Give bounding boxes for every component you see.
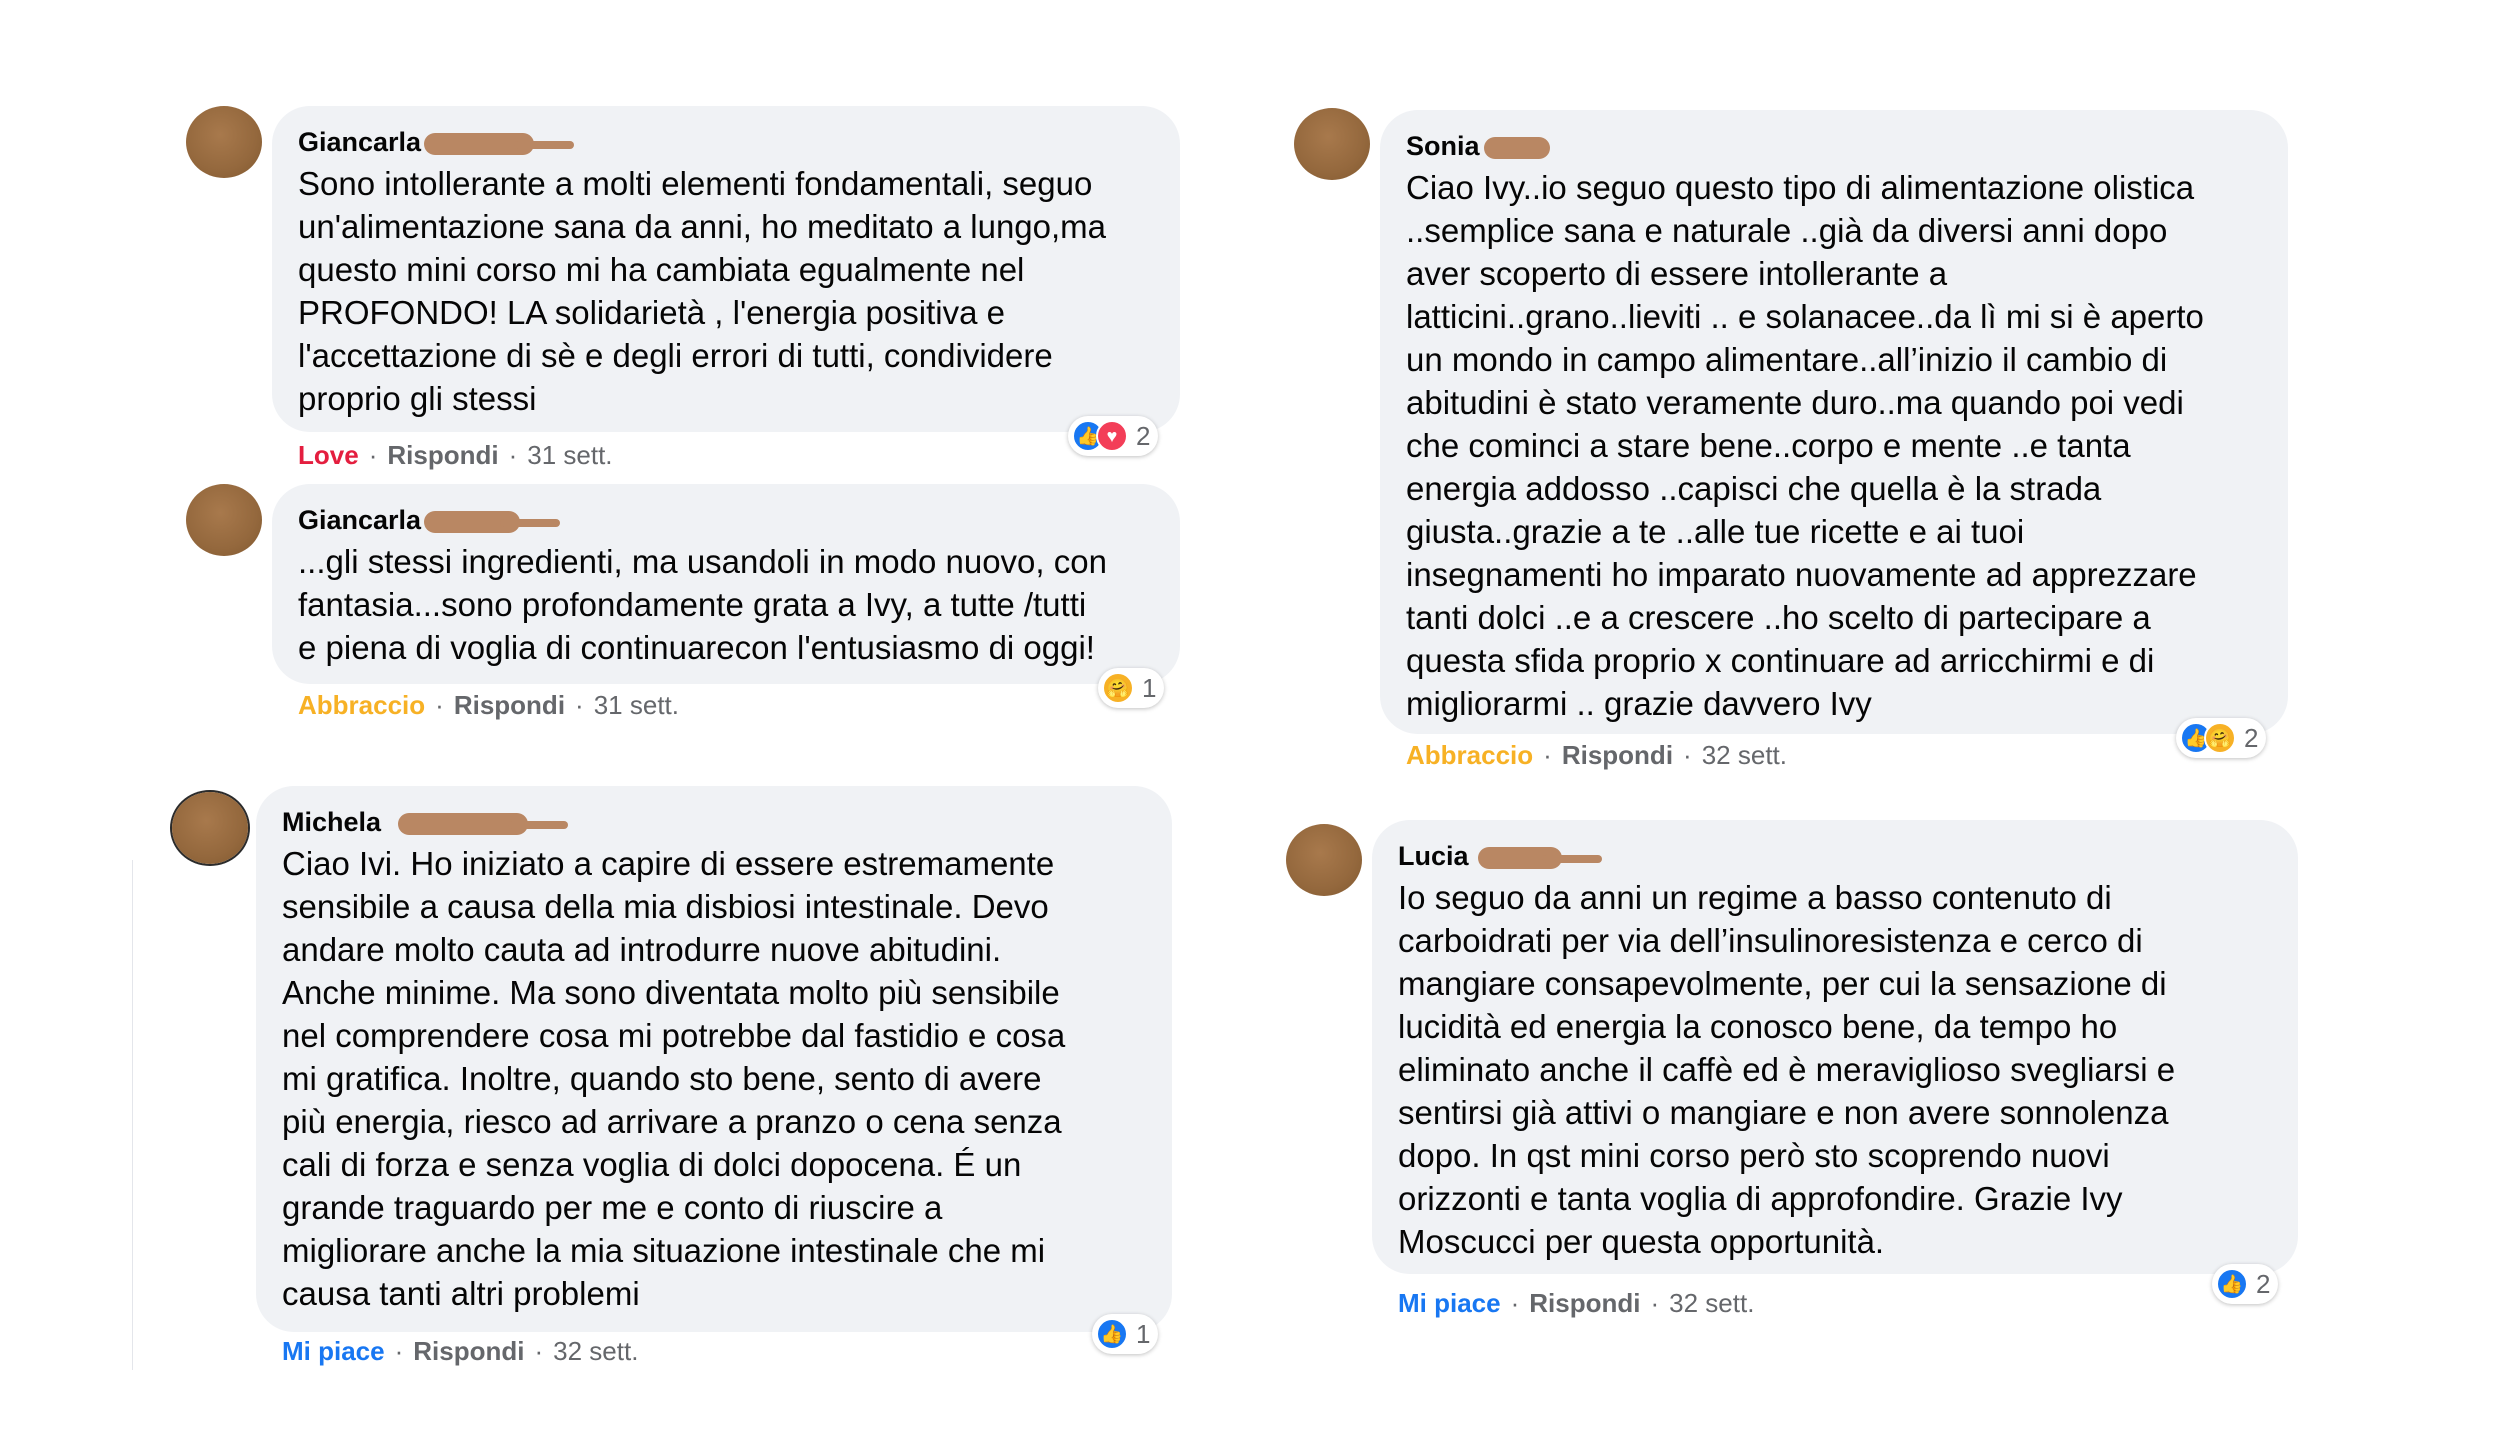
comment-text: ...gli stessi ingredienti, ma usandoli i… <box>298 543 1107 666</box>
reaction-count: 2 <box>2244 722 2259 753</box>
comment-bubble: Giancarla Sono intollerante a molti elem… <box>272 106 1180 432</box>
reaction-count: 2 <box>2256 1268 2271 1299</box>
timestamp[interactable]: 32 sett. <box>1669 1288 1754 1318</box>
reply-button[interactable]: Rispondi <box>387 440 498 470</box>
reaction-count: 1 <box>1142 672 1157 703</box>
redacted-name <box>398 813 568 835</box>
comment-text: Ciao Ivi. Ho iniziato a capire di essere… <box>282 845 1066 1312</box>
reaction-summary[interactable]: 👍 2 <box>2212 1264 2279 1304</box>
thread-divider <box>132 860 133 1370</box>
hug-reaction-button[interactable]: Abbraccio <box>1406 740 1533 770</box>
comment-bubble: Sonia Ciao Ivy..io seguo questo tipo di … <box>1380 110 2288 734</box>
timestamp[interactable]: 32 sett. <box>553 1336 638 1366</box>
like-reaction-button[interactable]: Mi piace <box>282 1336 385 1366</box>
reaction-summary[interactable]: 👍 ♥ 2 <box>1068 416 1159 456</box>
comment-actions: Love · Rispondi · 31 sett. <box>298 440 613 470</box>
avatar[interactable] <box>172 792 248 864</box>
timestamp[interactable]: 31 sett. <box>527 440 612 470</box>
reaction-count: 1 <box>1136 1318 1151 1349</box>
hug-icon: 🤗 <box>1102 672 1134 704</box>
love-icon: ♥ <box>1096 420 1128 452</box>
reaction-summary[interactable]: 👍 🤗 2 <box>2176 718 2267 758</box>
comment-actions: Mi piace · Rispondi · 32 sett. <box>282 1336 639 1366</box>
comment-bubble: Lucia Io seguo da anni un regime a basso… <box>1372 820 2298 1274</box>
reaction-summary[interactable]: 👍 1 <box>1092 1314 1159 1354</box>
avatar[interactable] <box>186 106 262 178</box>
reply-button[interactable]: Rispondi <box>1562 740 1673 770</box>
avatar[interactable] <box>1286 824 1362 896</box>
comment-text: Ciao Ivy..io seguo questo tipo di alimen… <box>1406 169 2204 722</box>
comment-text: Sono intollerante a molti elementi fonda… <box>298 165 1107 417</box>
reaction-summary[interactable]: 🤗 1 <box>1098 668 1165 708</box>
reaction-count: 2 <box>1136 420 1151 451</box>
comment-author[interactable]: Lucia <box>1398 838 1602 874</box>
comment-actions: Abbraccio · Rispondi · 31 sett. <box>298 690 679 720</box>
redacted-name <box>424 511 560 533</box>
like-reaction-button[interactable]: Mi piace <box>1398 1288 1501 1318</box>
avatar[interactable] <box>186 484 262 556</box>
like-icon: 👍 <box>1096 1318 1128 1350</box>
redacted-name <box>424 133 574 155</box>
love-reaction-button[interactable]: Love <box>298 440 359 470</box>
hug-icon: 🤗 <box>2204 722 2236 754</box>
timestamp[interactable]: 32 sett. <box>1702 740 1787 770</box>
comment-bubble: Michela Ciao Ivi. Ho iniziato a capire d… <box>256 786 1172 1332</box>
comment-bubble: Giancarla ...gli stessi ingredienti, ma … <box>272 484 1180 684</box>
redacted-name <box>1484 137 1550 159</box>
comment-author[interactable]: Sonia <box>1406 128 1550 164</box>
comment-author[interactable]: Giancarla <box>298 502 560 538</box>
hug-reaction-button[interactable]: Abbraccio <box>298 690 425 720</box>
comment-author[interactable]: Giancarla <box>298 124 574 160</box>
comment-author[interactable]: Michela <box>282 804 568 840</box>
comment-actions: Abbraccio · Rispondi · 32 sett. <box>1406 740 1787 770</box>
avatar[interactable] <box>1294 108 1370 180</box>
timestamp[interactable]: 31 sett. <box>594 690 679 720</box>
reply-button[interactable]: Rispondi <box>454 690 565 720</box>
reply-button[interactable]: Rispondi <box>413 1336 524 1366</box>
like-icon: 👍 <box>2216 1268 2248 1300</box>
reply-button[interactable]: Rispondi <box>1529 1288 1640 1318</box>
redacted-name <box>1478 847 1602 869</box>
comment-text: Io seguo da anni un regime a basso conte… <box>1398 879 2176 1260</box>
comment-actions: Mi piace · Rispondi · 32 sett. <box>1398 1288 1755 1318</box>
